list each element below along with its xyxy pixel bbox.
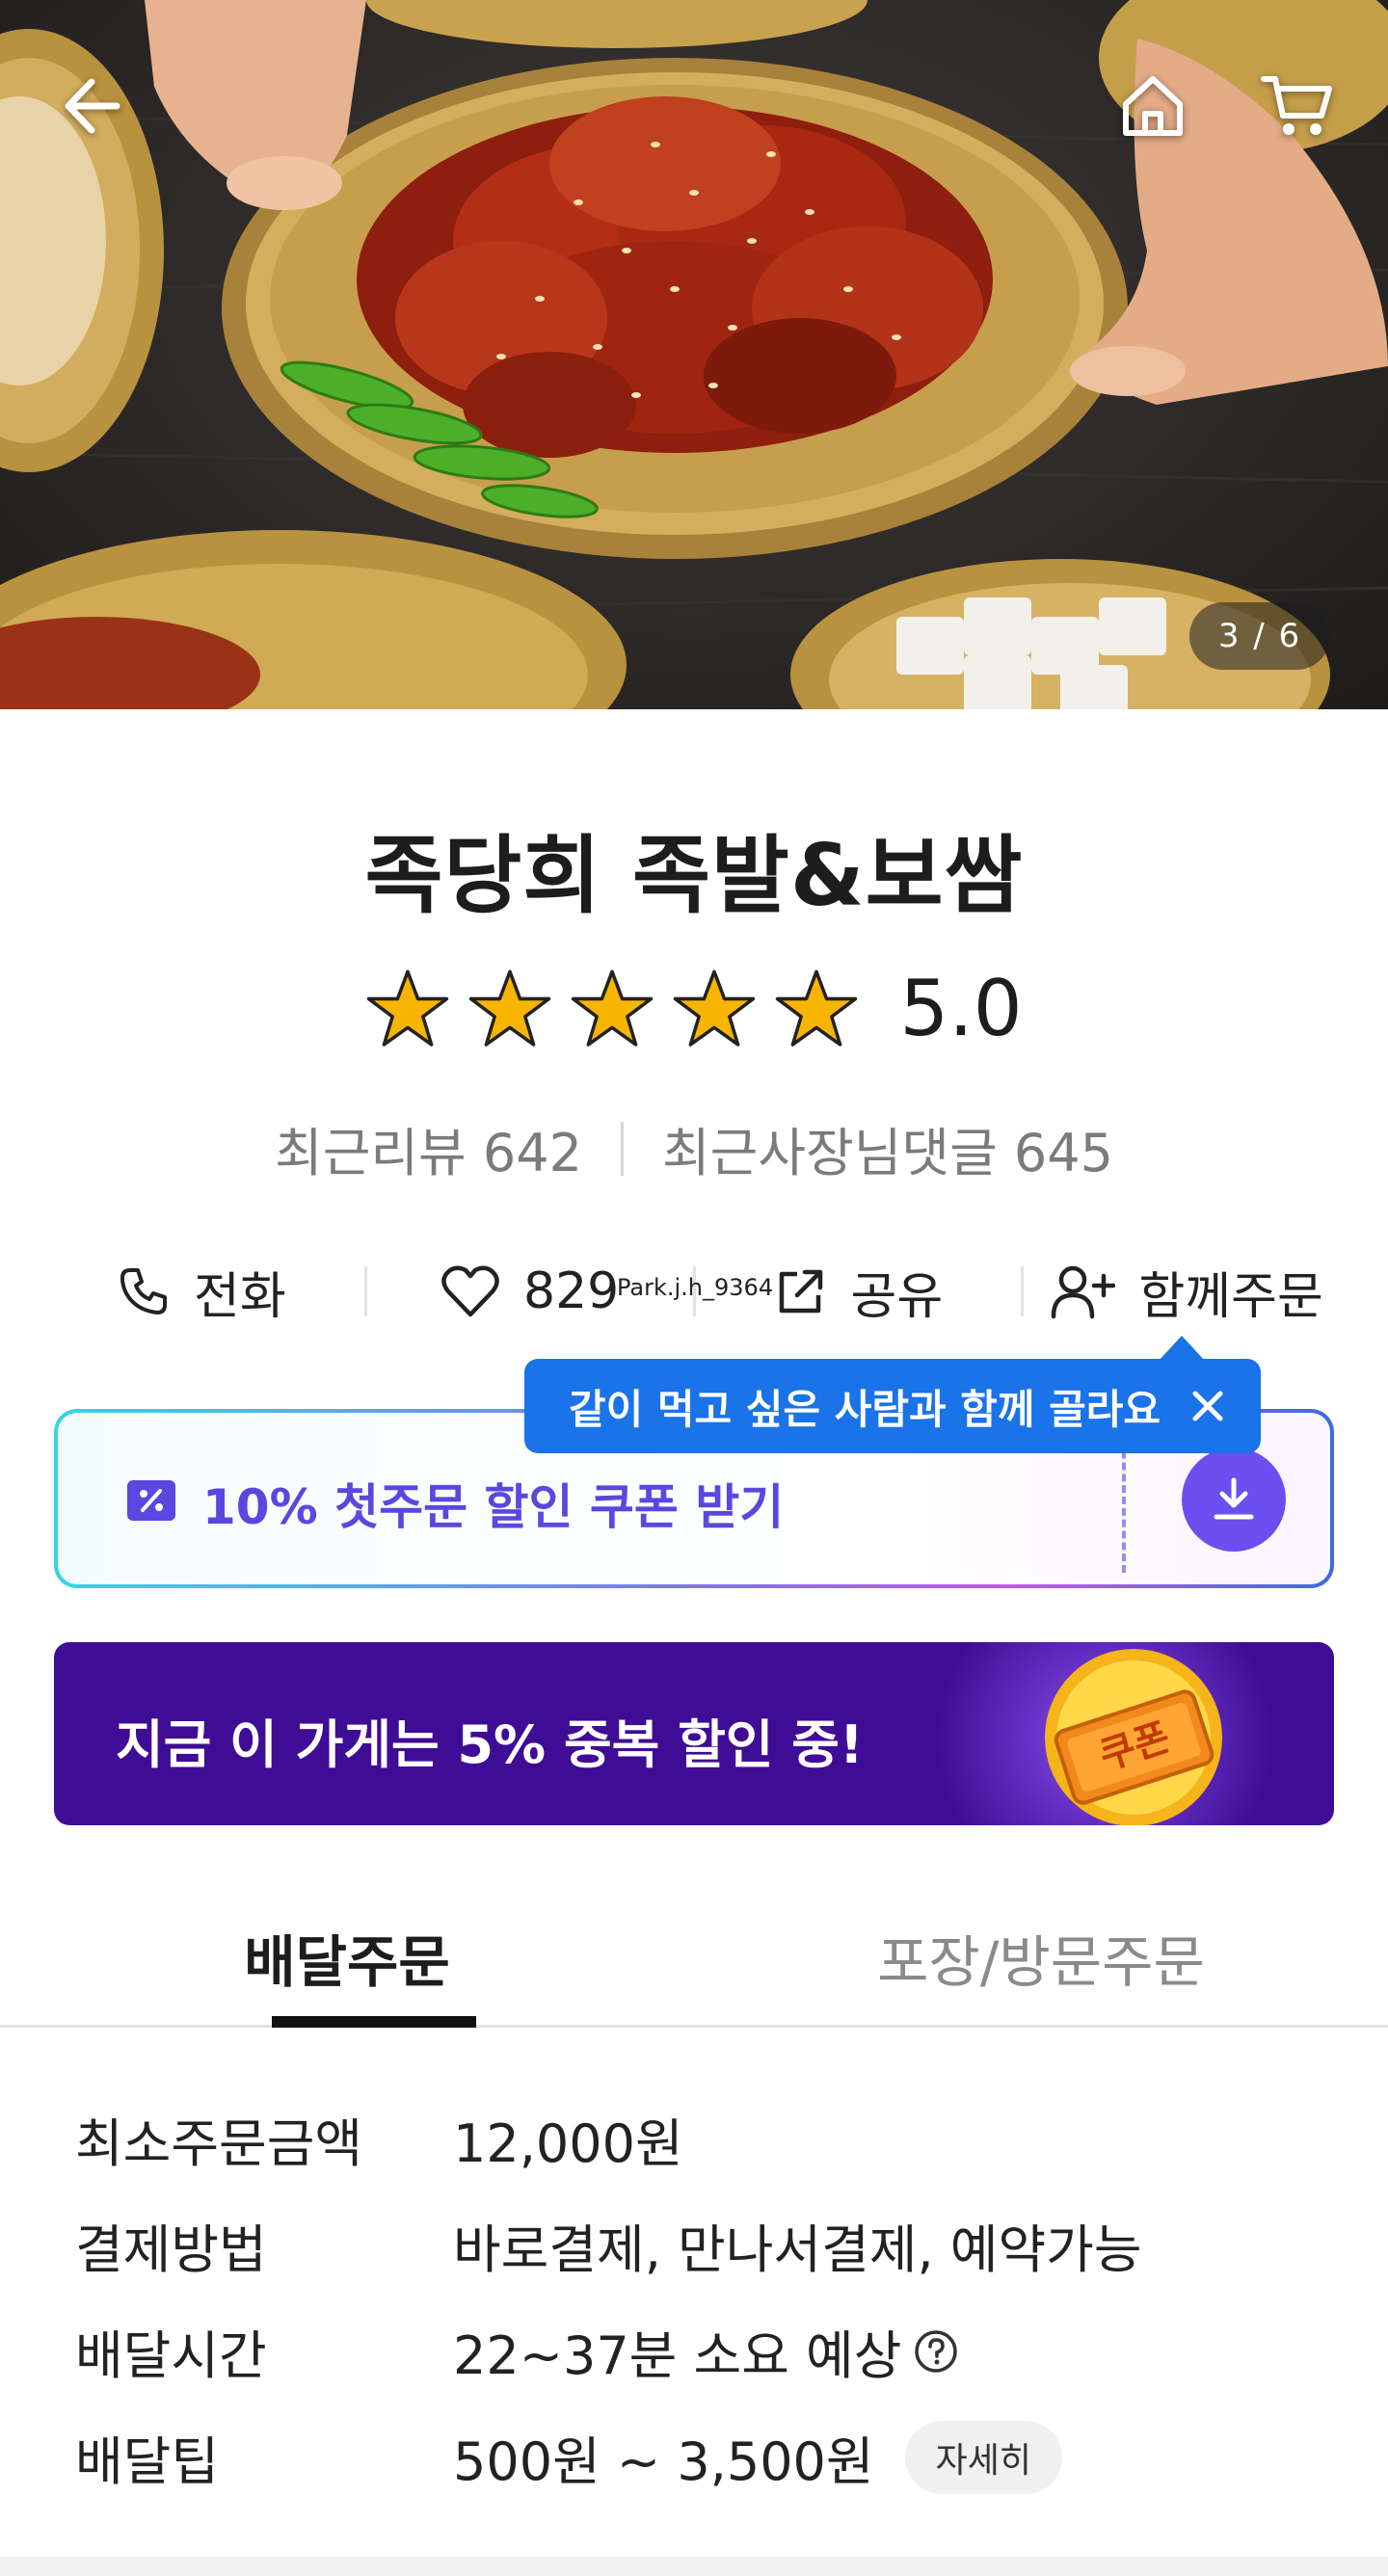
review-stats: 최근리뷰 642 최근사장님댓글 645: [0, 1110, 1388, 1186]
star-icon: [776, 969, 858, 1047]
coupon-text: 10% 첫주문 할인 쿠폰 받기: [202, 1479, 785, 1535]
rating-value: 5.0: [899, 964, 1023, 1053]
star-icon: [572, 969, 654, 1047]
arrow-left-icon: [65, 78, 120, 134]
min-order-amount: 12,000원: [453, 2113, 683, 2174]
group-order-button[interactable]: 함께주문: [1024, 1256, 1349, 1328]
cart-icon: [1261, 76, 1332, 135]
tooltip-text: 같이 먹고 싶은 사람과 함께 골라요: [569, 1385, 1161, 1433]
cart-button[interactable]: [1249, 58, 1346, 154]
help-icon[interactable]: [913, 2328, 959, 2375]
recent-reviews-link[interactable]: 최근리뷰 642: [275, 1110, 582, 1186]
coupon-icon: [127, 1480, 175, 1521]
group-order-tooltip: 같이 먹고 싶은 사람과 함께 골라요: [524, 1336, 1261, 1453]
share-label: 공유: [850, 1267, 944, 1326]
payment-value: 바로결제, 만나서결제, 예약가능: [453, 2207, 1142, 2283]
star-icon: [469, 969, 551, 1047]
star-icon: [674, 969, 756, 1047]
heart-icon: [441, 1265, 499, 1317]
delivery-time-value: 22~37분 소요 예상: [453, 2313, 959, 2389]
payment-methods: 바로결제, 만나서결제, 예약가능: [453, 2219, 1142, 2280]
coupon-download-button[interactable]: [1182, 1447, 1286, 1552]
add-person-icon: [1052, 1265, 1116, 1319]
store-name: 족당희 족발&보쌈: [364, 826, 1024, 925]
back-button[interactable]: [40, 58, 137, 154]
tab-pickup[interactable]: 포장/방문주문: [694, 1889, 1388, 2025]
promo-banner[interactable]: 지금 이 가게는 5% 중복 할인 중! 쿠폰: [54, 1642, 1334, 1825]
min-order-label: 최소주문금액: [75, 2113, 363, 2174]
phone-icon: [120, 1268, 168, 1315]
info-row-delivery-tip: 배달팁 500원 ~ 3,500원 자세히: [75, 2409, 1328, 2515]
min-order-value: 12,000원: [453, 2101, 683, 2177]
divider: [620, 1121, 624, 1176]
share-icon: [779, 1269, 822, 1314]
delivery-tip-label: 배달팁: [75, 2431, 220, 2492]
order-type-tabs: 배달주문 포장/방문주문: [0, 1889, 1388, 2028]
promo-text: 지금 이 가게는 5% 중복 할인 중!: [116, 1714, 864, 1775]
like-count: 829: [522, 1262, 620, 1320]
delivery-tip-value: 500원 ~ 3,500원 자세히: [453, 2419, 1062, 2495]
delivery-time-text: 22~37분 소요 예상: [453, 2325, 902, 2386]
section-divider: [0, 2557, 1388, 2576]
info-row-min-order: 최소주문금액 12,000원: [75, 2091, 1328, 2197]
tip-detail-button[interactable]: 자세히: [904, 2420, 1062, 2494]
watermark: Park.j.h_9364: [617, 1274, 774, 1301]
close-icon[interactable]: [1184, 1382, 1232, 1430]
delivery-time-label: 배달시간: [75, 2325, 267, 2386]
delivery-info: 최소주문금액 12,000원 결제방법 바로결제, 만나서결제, 예약가능 배달…: [75, 2091, 1328, 2515]
owner-replies-link[interactable]: 최근사장님댓글 645: [662, 1110, 1113, 1186]
coupon-coin-icon: 쿠폰: [1045, 1649, 1222, 1825]
group-order-label: 함께주문: [1138, 1267, 1323, 1326]
tab-delivery[interactable]: 배달주문: [0, 1889, 694, 2028]
delivery-tip-amount: 500원 ~ 3,500원: [453, 2431, 874, 2492]
info-row-delivery-time: 배달시간 22~37분 소요 예상: [75, 2303, 1328, 2409]
rating-row: 5.0: [0, 964, 1388, 1053]
call-label: 전화: [194, 1267, 286, 1326]
call-button[interactable]: 전화: [39, 1256, 364, 1328]
payment-label: 결제방법: [75, 2219, 267, 2280]
image-counter: 3 / 6: [1189, 602, 1330, 670]
info-row-payment: 결제방법 바로결제, 만나서결제, 예약가능: [75, 2197, 1328, 2303]
star-icon: [367, 969, 449, 1047]
download-icon: [1214, 1477, 1254, 1520]
home-button[interactable]: [1105, 58, 1201, 154]
hero-image[interactable]: 3 / 6: [0, 0, 1388, 709]
home-icon: [1123, 76, 1183, 136]
